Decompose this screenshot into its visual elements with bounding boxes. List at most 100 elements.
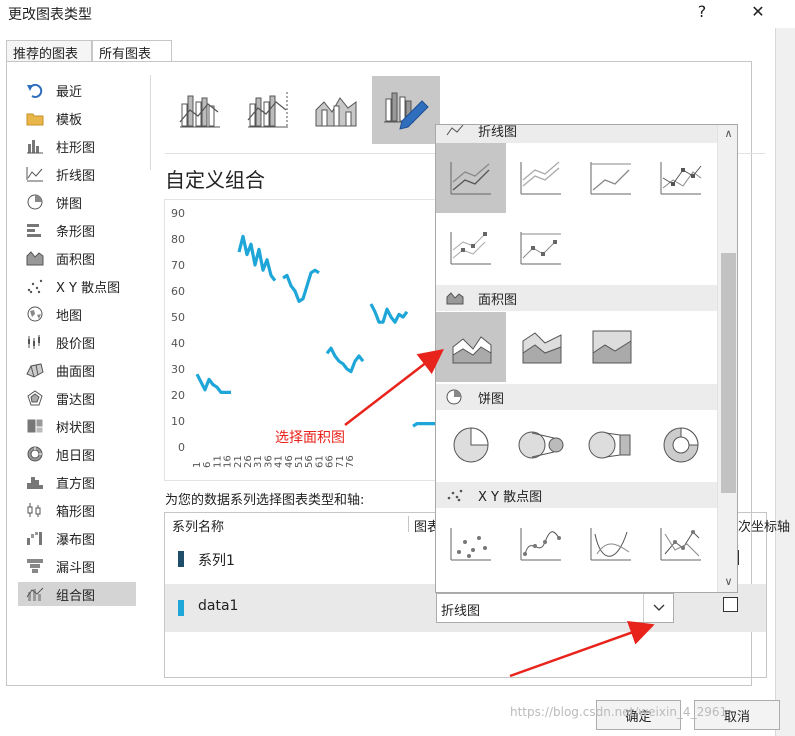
scatter-chart-icon [24,277,46,295]
dropdown-scrollbar[interactable]: ∧ ∨ [717,125,737,592]
y-tick-label: 70 [171,259,185,272]
scatter-straight-markers-icon [660,528,701,561]
dialog-title: 更改图表类型 [8,7,92,23]
tab-all-charts[interactable]: 所有图表 [92,40,172,62]
dropdown-section-pie: 饼图 [436,384,717,410]
pie-of-pie-option[interactable] [506,410,576,480]
custom-combo-type-button[interactable] [372,76,440,144]
folder-icon [24,109,46,127]
series-type-label: 为您的数据系列选择图表类型和轴: [165,493,365,508]
clustered-column-type-button[interactable] [166,76,234,144]
sidebar-item-label: 面积图 [56,252,96,268]
series-line [369,303,409,324]
percent-stacked-line-option[interactable] [576,143,646,213]
y-tick-label: 30 [171,363,185,376]
chart-type-select[interactable]: 折线图 [436,593,674,623]
scatter-smooth-option[interactable] [576,509,646,579]
sidebar-item[interactable]: 条形图 [18,218,136,242]
sidebar-item-label: 雷达图 [56,392,96,408]
y-tick-label: 60 [171,285,185,298]
sidebar-item[interactable]: 最近 [18,78,136,102]
help-button[interactable]: ? [692,2,712,21]
sidebar-item[interactable]: 组合图 [18,582,136,606]
percent-stacked-area-icon [592,330,632,364]
scroll-down-icon[interactable]: ∨ [718,575,737,588]
column-header-series-name: 系列名称 [172,520,225,535]
waterfall-chart-icon [24,529,46,547]
sidebar-item[interactable]: 面积图 [18,246,136,270]
sidebar-item-label: 饼图 [56,196,83,212]
sidebar-item[interactable]: X Y 散点图 [18,274,136,298]
sidebar-item[interactable]: 折线图 [18,162,136,186]
custom-combination-title: 自定义组合 [165,168,265,192]
sidebar-item[interactable]: 漏斗图 [18,554,136,578]
sidebar-item[interactable]: 箱形图 [18,498,136,522]
sidebar-item[interactable]: 雷达图 [18,386,136,410]
chevron-down-icon[interactable] [643,594,673,622]
ok-button[interactable]: 确定 [596,700,681,730]
scatter-straight-markers-option[interactable] [646,509,716,579]
line-type-option[interactable] [436,143,506,213]
y-tick-label: 40 [171,337,185,350]
stacked-line-markers-option[interactable] [436,213,506,283]
scatter-smooth-markers-icon [520,528,561,561]
sidebar-item[interactable]: 柱形图 [18,134,136,158]
sidebar-item[interactable]: 瀑布图 [18,526,136,550]
series-line [282,268,320,304]
sidebar-item[interactable]: 旭日图 [18,442,136,466]
scatter-type-option[interactable] [436,509,506,579]
y-tick-label: 0 [178,441,185,454]
funnel-chart-icon [24,557,46,575]
scrollbar-thumb[interactable] [721,253,736,493]
box-whisker-chart-icon [24,501,46,519]
scroll-up-icon[interactable]: ∧ [718,127,737,140]
close-button[interactable]: ✕ [748,2,768,21]
sidebar-item[interactable]: 股价图 [18,330,136,354]
sidebar-item[interactable]: 树状图 [18,414,136,438]
y-tick-label: 20 [171,389,185,402]
x-tick-label: 76 [345,455,356,468]
sidebar-item[interactable]: 饼图 [18,190,136,214]
radar-chart-icon [24,389,46,407]
sidebar-item-label: 柱形图 [56,140,96,156]
percent-line-markers-option[interactable] [506,213,576,283]
percent-stacked-area-option[interactable] [576,312,646,382]
bar-of-pie-option[interactable] [576,410,646,480]
series-name: data1 [198,598,239,614]
y-tick-label: 80 [171,233,185,246]
sidebar-item[interactable]: 模板 [18,106,136,130]
sunburst-chart-icon [24,445,46,463]
scatter-icon [450,528,491,561]
histogram-chart-icon [24,473,46,491]
sidebar-item-label: 直方图 [56,476,96,492]
divider [150,75,151,170]
sidebar-item[interactable]: 地图 [18,302,136,326]
cancel-button[interactable]: 取消 [694,700,780,730]
dropdown-section-line: 折线图 [436,125,717,143]
column-line-secondary-type-button[interactable] [234,76,302,144]
doughnut-icon [663,427,699,463]
stacked-line-markers-icon [450,232,491,265]
sidebar-item-label: X Y 散点图 [56,280,121,296]
stock-chart-icon [24,333,46,351]
sidebar-item-label: 箱形图 [56,504,96,520]
stacked-area-option[interactable] [506,312,576,382]
title-bar: 更改图表类型 ? ✕ [0,0,795,28]
dropdown-section-scatter: X Y 散点图 [436,482,717,508]
pie-type-option[interactable] [436,410,506,480]
y-tick-label: 90 [171,207,185,220]
line-markers-option[interactable] [646,143,716,213]
tab-recommended[interactable]: 推荐的图表 [6,40,92,62]
doughnut-option[interactable] [646,410,716,480]
scatter-smooth-markers-option[interactable] [506,509,576,579]
area-type-option[interactable] [436,312,506,382]
dropdown-section-area: 面积图 [436,285,717,311]
stacked-line-option[interactable] [506,143,576,213]
area-column-type-button[interactable] [302,76,370,144]
series-color-swatch [178,600,184,616]
line-chart-icon [24,165,46,183]
secondary-axis-checkbox[interactable] [723,597,738,612]
line-chart-icon [446,125,466,137]
sidebar-item[interactable]: 曲面图 [18,358,136,382]
sidebar-item[interactable]: 直方图 [18,470,136,494]
